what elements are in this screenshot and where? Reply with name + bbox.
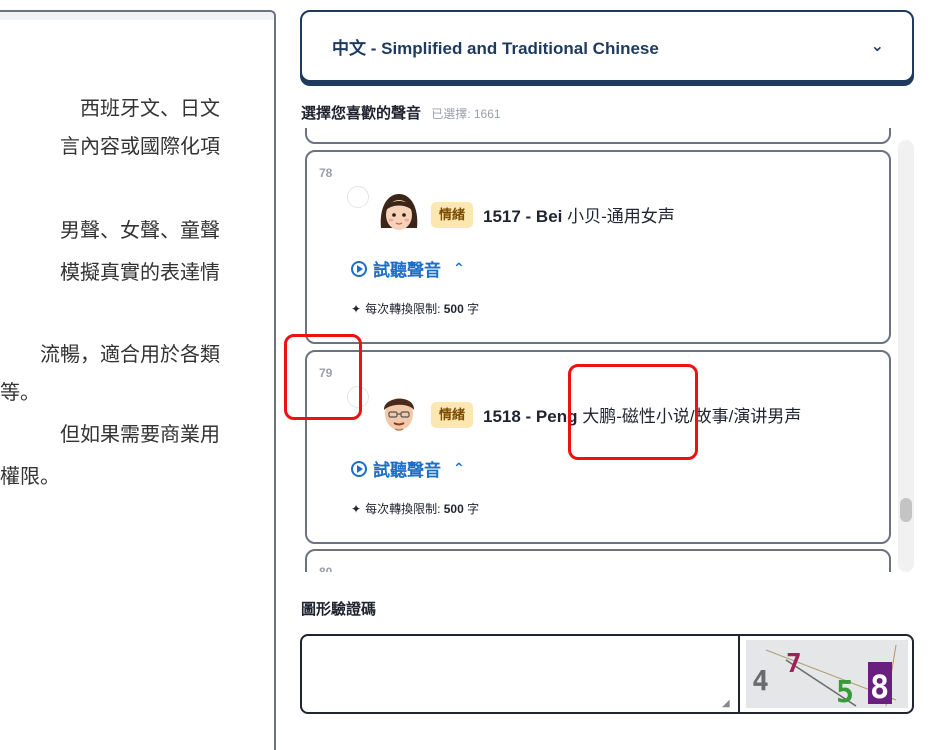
description-line: 男聲、女聲、童聲: [60, 218, 220, 242]
female-avatar-icon: [380, 194, 418, 230]
captcha-char: 8: [870, 668, 889, 706]
resize-handle-icon[interactable]: ◢: [722, 698, 730, 709]
voice-card[interactable]: 80: [305, 549, 891, 572]
description-line: 流暢，適合用於各類: [40, 342, 220, 366]
selected-count: 已選擇: 1661: [431, 107, 501, 121]
play-circle-icon: [351, 260, 367, 277]
voice-id: 1517 - Bei: [483, 207, 563, 226]
chevron-up-icon: ⌃: [453, 460, 465, 476]
voice-card-previous[interactable]: [305, 128, 891, 144]
voice-desc: 小贝-通用女声: [567, 207, 675, 226]
chevron-up-icon: ⌃: [453, 260, 465, 276]
sparkle-icon: ✦: [351, 502, 362, 516]
captcha-input[interactable]: [302, 636, 738, 712]
description-line: 模擬真實的表達情: [60, 260, 220, 284]
limit-label: 每次轉換限制:: [365, 302, 441, 316]
captcha-image[interactable]: 4 7 5 8: [746, 640, 908, 708]
sparkle-icon: ✦: [351, 302, 362, 316]
limit-unit: 字: [467, 302, 480, 316]
captcha-label: 圖形驗證碼: [301, 601, 377, 618]
description-line: 權限。: [0, 464, 60, 488]
description-line: 但如果需要商業用: [60, 422, 220, 446]
char-limit: ✦ 每次轉換限制: 500 字: [351, 300, 479, 317]
language-select[interactable]: 中文 - Simplified and Traditional Chinese …: [300, 10, 914, 82]
voice-id: 1518 - Peng: [483, 407, 578, 426]
description-line: 等。: [0, 380, 40, 404]
listen-button[interactable]: 試聽聲音 ⌃: [351, 256, 465, 281]
limit-value: 500: [443, 302, 464, 316]
captcha-char: 5: [836, 675, 854, 708]
description-line: 西班牙文、日文: [80, 96, 220, 120]
voice-card[interactable]: 78 情緒 1517 - Bei 小贝-通用女声 試聽聲音 ⌃ ✦ 每次轉換限制:…: [305, 150, 891, 344]
listen-label: 試聽聲音: [373, 261, 441, 280]
captcha-char: 7: [786, 649, 802, 679]
voice-number: 78: [319, 166, 333, 180]
limit-value: 500: [443, 502, 464, 516]
description-line: 言內容或國際化項: [60, 134, 220, 158]
voice-section-heading: 選擇您喜歡的聲音 已選擇: 1661: [301, 102, 501, 123]
annotation-box: [568, 364, 698, 460]
voice-list[interactable]: 78 情緒 1517 - Bei 小贝-通用女声 試聽聲音 ⌃ ✦ 每次轉換限制:…: [300, 128, 896, 572]
voice-heading-text: 選擇您喜歡的聲音: [301, 105, 422, 122]
voice-number: 80: [319, 565, 333, 572]
limit-label: 每次轉換限制:: [365, 502, 441, 516]
limit-unit: 字: [467, 502, 480, 516]
scrollbar-thumb[interactable]: [900, 498, 912, 522]
panel-top-strip: [0, 12, 274, 20]
voice-name: 1517 - Bei 小贝-通用女声: [483, 202, 675, 227]
listen-button[interactable]: 試聽聲音 ⌃: [351, 456, 465, 481]
description-panel: 西班牙文、日文 言內容或國際化項 男聲、女聲、童聲 模擬真實的表達情 流暢，適合…: [0, 10, 276, 750]
annotation-box: [284, 334, 362, 420]
char-limit: ✦ 每次轉換限制: 500 字: [351, 500, 479, 517]
captcha-char: 4: [752, 664, 769, 697]
voice-list-scrollbar[interactable]: [898, 140, 914, 572]
voice-radio[interactable]: [347, 186, 369, 208]
emotion-tag: 情緒: [431, 402, 474, 428]
emotion-tag: 情緒: [431, 202, 474, 228]
captcha-divider: [738, 636, 740, 712]
chevron-down-icon: ⌄: [870, 38, 884, 55]
listen-label: 試聽聲音: [373, 461, 441, 480]
language-select-value: 中文 - Simplified and Traditional Chinese: [332, 38, 659, 58]
play-circle-icon: [351, 460, 367, 477]
male-avatar-icon: [383, 398, 415, 431]
captcha-box: ◢ 4 7 5 8: [300, 634, 914, 714]
